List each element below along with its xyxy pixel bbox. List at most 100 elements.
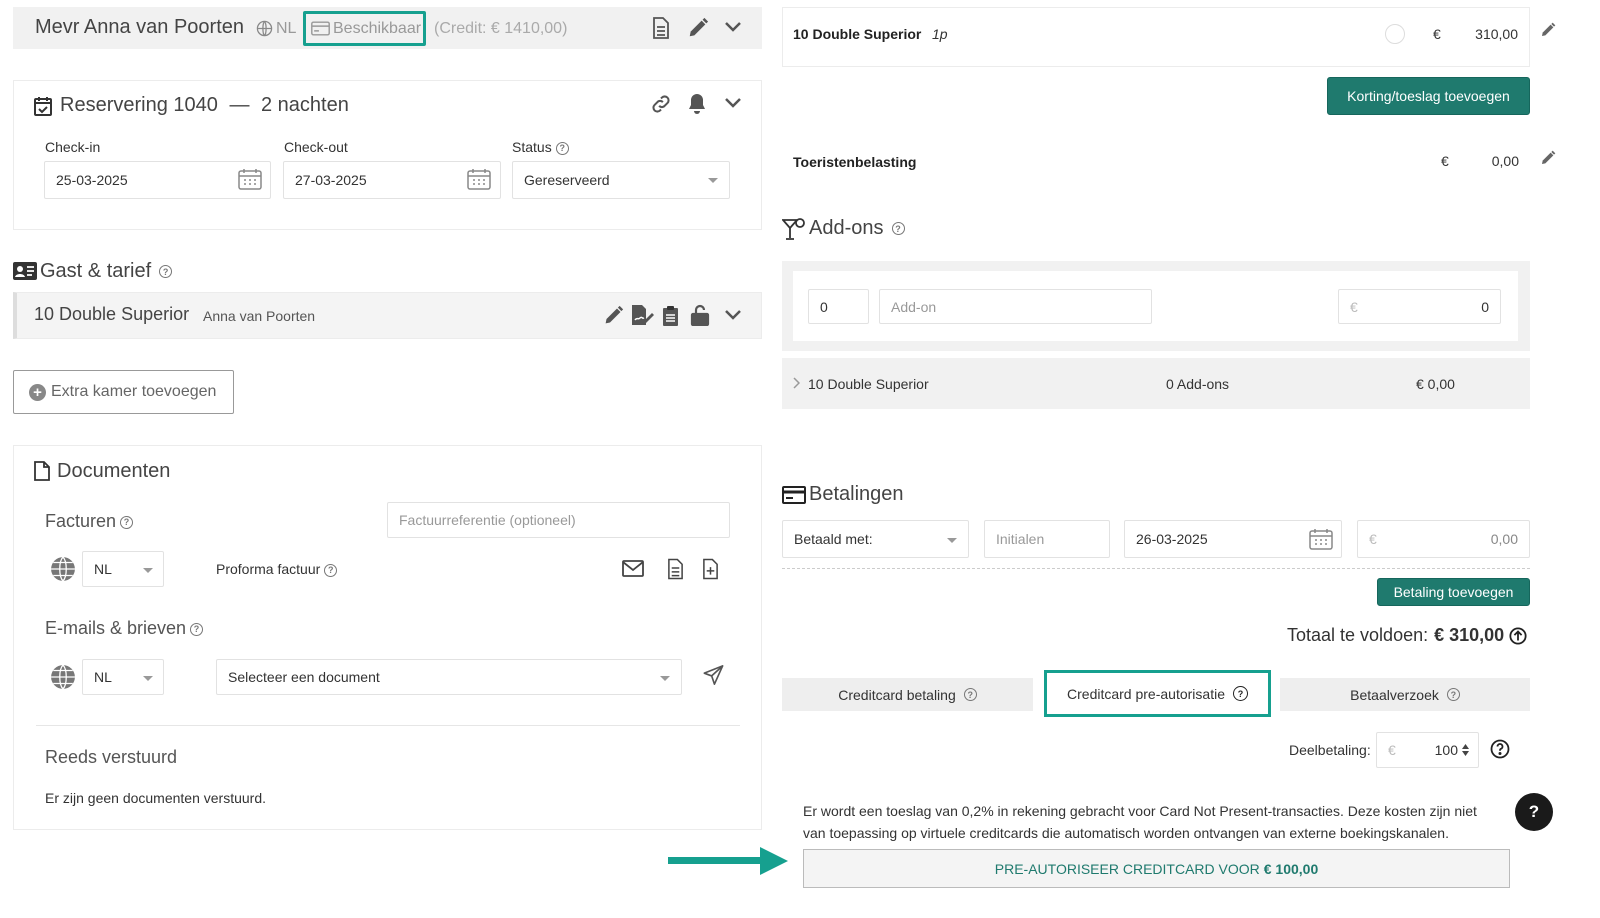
file-plus-icon[interactable] xyxy=(702,558,719,580)
calendar-icon[interactable] xyxy=(238,168,262,190)
payment-amount-value: 0,00 xyxy=(1490,531,1518,547)
add-discount-button[interactable]: Korting/toeslag toevoegen xyxy=(1327,77,1530,115)
document-select-value: Selecteer een document xyxy=(228,669,380,685)
initials-input[interactable]: Initialen xyxy=(984,520,1110,558)
room-guest-name: Anna van Poorten xyxy=(203,308,316,324)
help-icon[interactable]: ? xyxy=(555,141,569,155)
plus-circle-icon: + xyxy=(29,383,46,401)
paid-with-select[interactable]: Betaald met: xyxy=(782,520,969,558)
add-payment-button[interactable]: Betaling toevoegen xyxy=(1377,578,1530,606)
room-line-toggle[interactable] xyxy=(1385,24,1405,44)
emails-label-text: E-mails & brieven xyxy=(45,618,187,638)
chevron-down-icon[interactable] xyxy=(724,309,742,321)
document-icon[interactable] xyxy=(667,558,684,580)
arrow-up-circle-icon[interactable] xyxy=(1509,626,1527,645)
status-value: Gereserveerd xyxy=(524,172,610,188)
status-label-text: Status xyxy=(512,139,552,155)
add-room-label: Extra kamer toevoegen xyxy=(51,383,217,400)
addon-quantity-input[interactable]: 0 xyxy=(808,289,869,324)
addon-name-input[interactable]: Add-on xyxy=(879,289,1152,324)
tab-creditcard-preauth[interactable]: Creditcard pre-autorisatie? xyxy=(1044,670,1271,717)
chevron-down-icon xyxy=(660,676,670,681)
help-icon[interactable]: ? xyxy=(120,515,134,529)
sign-document-icon[interactable] xyxy=(630,304,654,326)
reservation-number: Reservering 1040 xyxy=(60,94,218,116)
chevron-right-icon[interactable] xyxy=(792,377,800,389)
email-language-value: NL xyxy=(94,669,112,685)
checkin-field[interactable]: 25-03-2025 xyxy=(44,161,271,199)
chevron-down-icon[interactable] xyxy=(724,97,742,109)
room-line-currency: € xyxy=(1433,26,1441,42)
globe-icon xyxy=(50,556,76,582)
checkin-value: 25-03-2025 xyxy=(56,172,128,188)
partial-payment-input[interactable]: € 100 xyxy=(1376,732,1479,768)
sent-none-text: Er zijn geen documenten verstuurd. xyxy=(45,790,267,806)
add-room-button[interactable]: + Extra kamer toevoegen xyxy=(13,370,234,414)
reservation-nights: 2 nachten xyxy=(261,94,349,116)
help-button[interactable]: ? xyxy=(1515,793,1553,831)
document-select[interactable]: Selecteer een document xyxy=(216,659,682,695)
bell-icon[interactable] xyxy=(687,93,707,115)
proforma-label: Proforma factuur? xyxy=(216,561,338,577)
payment-amount-input[interactable]: € 0,00 xyxy=(1357,520,1530,558)
help-icon[interactable]: ? xyxy=(963,688,977,701)
status-select[interactable]: Gereserveerd xyxy=(512,161,730,199)
pencil-icon[interactable] xyxy=(1540,22,1556,38)
stepper-icon[interactable] xyxy=(1461,743,1470,757)
addon-price-input[interactable]: € 0 xyxy=(1338,289,1501,324)
unlock-icon[interactable] xyxy=(690,304,710,326)
room-line-persons: 1p xyxy=(932,26,948,42)
tab-creditcard-payment[interactable]: Creditcard betaling? xyxy=(782,678,1033,711)
partial-payment-label: Deelbetaling: xyxy=(1289,742,1371,758)
guest-rate-title: Gast & tarief? xyxy=(40,260,173,283)
divider xyxy=(36,725,740,726)
pencil-icon[interactable] xyxy=(1540,150,1556,166)
invoices-label: Facturen? xyxy=(45,511,134,532)
tab-payment-request-label: Betaalverzoek xyxy=(1350,686,1439,703)
cocktail-icon xyxy=(782,218,806,240)
help-icon[interactable]: ? xyxy=(324,563,338,577)
guest-language: NL xyxy=(276,20,297,37)
chevron-down-icon xyxy=(143,568,153,573)
send-icon[interactable] xyxy=(702,664,725,686)
addons-title-text: Add-ons xyxy=(809,217,884,239)
total-due: Totaal te voldoen: € 310,00 xyxy=(1287,625,1527,646)
help-icon[interactable]: ? xyxy=(1232,686,1248,701)
sent-label: Reeds verstuurd xyxy=(45,747,178,767)
preauthorize-button[interactable]: PRE-AUTORISEER CREDITCARD VOOR € 100,00 xyxy=(803,849,1510,888)
credit-card-icon xyxy=(782,486,806,504)
guest-rate-title-text: Gast & tarief xyxy=(40,260,152,282)
addons-title: Add-ons? xyxy=(809,217,905,240)
help-icon[interactable]: ? xyxy=(891,222,905,236)
pencil-icon[interactable] xyxy=(603,305,624,326)
pencil-icon[interactable] xyxy=(687,17,709,39)
calendar-icon[interactable] xyxy=(1309,528,1333,550)
chevron-down-icon xyxy=(947,538,957,543)
calendar-icon[interactable] xyxy=(467,168,491,190)
invoice-language-value: NL xyxy=(94,561,112,577)
help-icon[interactable]: ? xyxy=(1446,688,1460,701)
help-circle-icon[interactable] xyxy=(1490,739,1510,759)
checkout-value: 27-03-2025 xyxy=(295,172,367,188)
checkout-label: Check-out xyxy=(284,139,348,155)
addon-price-value: 0 xyxy=(1481,298,1489,315)
email-icon[interactable] xyxy=(622,560,644,577)
preauthorize-button-amount: € 100,00 xyxy=(1263,860,1319,877)
payments-title: Betalingen xyxy=(809,483,904,505)
link-icon[interactable] xyxy=(650,93,672,115)
calendar-check-icon xyxy=(34,96,52,116)
document-icon[interactable] xyxy=(652,17,670,39)
invoice-reference-input[interactable]: Factuurreferentie (optioneel) xyxy=(387,502,730,538)
paid-with-value: Betaald met: xyxy=(794,531,873,547)
chevron-down-icon xyxy=(708,178,718,183)
addons-summary-room: 10 Double Superior xyxy=(808,376,929,392)
tourist-tax-amount: 0,00 xyxy=(1491,153,1519,169)
tab-payment-request[interactable]: Betaalverzoek? xyxy=(1280,678,1530,711)
help-icon[interactable]: ? xyxy=(159,265,173,279)
chevron-down-icon[interactable] xyxy=(724,21,742,33)
clipboard-icon[interactable] xyxy=(662,305,679,326)
guest-name: Mevr Anna van Poorten xyxy=(35,16,245,38)
room-line-amount: 310,00 xyxy=(1475,26,1518,42)
help-icon[interactable]: ? xyxy=(190,622,204,636)
file-icon xyxy=(34,461,50,481)
